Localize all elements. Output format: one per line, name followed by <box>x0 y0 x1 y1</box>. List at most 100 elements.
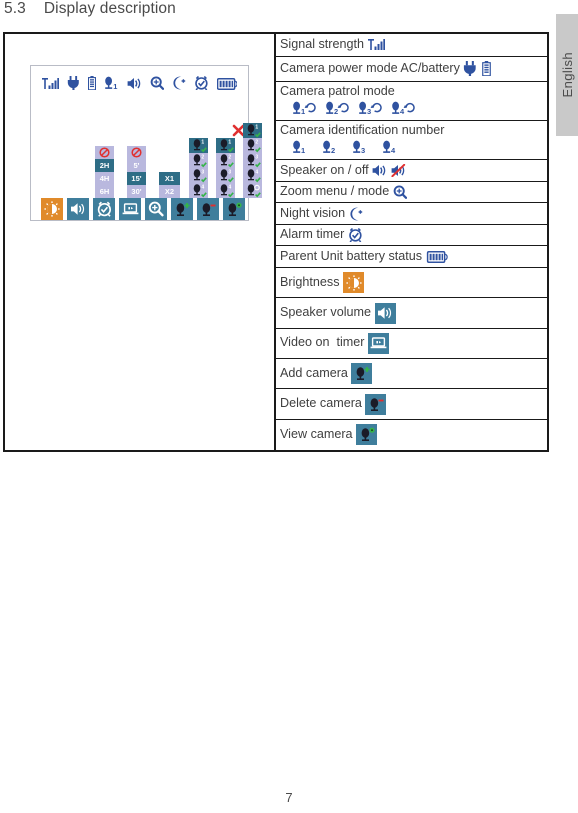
language-tab: English <box>556 14 578 136</box>
option-camera-4[interactable]: 4 <box>189 183 208 198</box>
view-camera-button-icon[interactable] <box>223 198 245 220</box>
row-label: Alarm timer <box>280 227 348 242</box>
svg-text:3: 3 <box>228 169 231 175</box>
row-label: Speaker volume <box>280 305 375 320</box>
table-row-brightness: Brightness <box>276 268 547 299</box>
option-15min[interactable]: 15' <box>127 172 146 185</box>
row-label: Camera patrol mode <box>280 84 395 98</box>
svg-text:1: 1 <box>301 107 305 115</box>
delete-camera-button-icon[interactable] <box>197 198 219 220</box>
volume-button-icon[interactable] <box>67 198 89 220</box>
power-plug-icon <box>463 61 477 77</box>
brightness-button-icon[interactable] <box>41 198 63 220</box>
option-6h[interactable]: 6H <box>95 185 114 198</box>
svg-text:1: 1 <box>113 82 117 90</box>
alarm-clock-icon <box>194 76 209 90</box>
option-x1[interactable]: X1 <box>159 172 180 185</box>
option-camera-scan[interactable] <box>243 183 262 198</box>
magnifier-icon <box>150 76 164 90</box>
option-camera-2[interactable]: 2 <box>189 153 208 168</box>
svg-text:1: 1 <box>228 139 231 145</box>
speaker-on-icon <box>127 77 142 90</box>
brightness-button-icon <box>343 272 364 294</box>
svg-text:1: 1 <box>301 146 305 154</box>
option-camera-3[interactable]: 3 <box>216 168 235 183</box>
row-label: Delete camera <box>280 396 366 411</box>
table-row-zoom-menu-mode: Zoom menu / mode <box>276 182 547 204</box>
option-camera-1[interactable]: 1 <box>243 123 262 138</box>
row-label: Night vision <box>280 205 349 220</box>
table-row-speaker-volume: Speaker volume <box>276 298 547 329</box>
row-label: Camera identification number <box>280 123 445 138</box>
table-row-night-vision: Night vision <box>276 203 547 225</box>
option-4h[interactable]: 4H <box>95 172 114 185</box>
display-description-table: 1 2H 4H 6H 5' 15' 30' X1 X2 1 2 3 4 1 2 … <box>3 32 549 452</box>
add-camera-button-icon[interactable] <box>171 198 193 220</box>
menu-column-alarm-timer-options: 2H 4H 6H <box>95 146 114 198</box>
row-label: Parent Unit battery status <box>280 248 426 263</box>
option-camera-2[interactable]: 2 <box>243 138 262 153</box>
alarm-clock-icon <box>348 228 363 243</box>
menu-column-zoom-options: X1 X2 <box>159 172 180 198</box>
option-camera-1[interactable]: 1 <box>216 138 235 153</box>
camera-1-patrol-icon: 1 <box>292 101 316 115</box>
option-2h[interactable]: 2H <box>95 159 114 172</box>
row-label: Video on timer <box>280 335 368 350</box>
option-camera-3[interactable]: 3 <box>243 153 262 168</box>
svg-text:2: 2 <box>334 107 338 115</box>
battery-icon <box>482 61 492 77</box>
option-camera-1[interactable]: 1 <box>189 138 208 153</box>
section-number: 5.3 <box>4 0 26 17</box>
option-30min[interactable]: 30' <box>127 185 146 198</box>
moon-star-icon <box>349 207 363 221</box>
page-number: 7 <box>285 790 293 805</box>
moon-star-icon <box>172 76 186 90</box>
menu-column-delete-camera-options: 1 2 3 4 <box>216 138 235 198</box>
svg-text:3: 3 <box>361 146 365 154</box>
row-label: Speaker on / off <box>280 162 373 177</box>
lcd-status-bar: 1 <box>31 70 248 90</box>
table-row-signal-strength: Signal strength <box>276 34 547 57</box>
camera-2-patrol-icon: 2 <box>325 101 349 115</box>
option-camera-4[interactable]: 4 <box>243 168 262 183</box>
table-row-camera-power-mode: Camera power mode AC/battery <box>276 57 547 82</box>
option-camera-4[interactable]: 4 <box>216 183 235 198</box>
table-row-add-camera: Add camera <box>276 359 547 390</box>
menu-column-video-timer-options: 5' 15' 30' <box>127 146 146 198</box>
option-camera-2[interactable]: 2 <box>216 153 235 168</box>
alarm-clock-button-icon[interactable] <box>93 198 115 220</box>
battery-full-icon <box>426 250 448 263</box>
svg-text:4: 4 <box>391 146 396 154</box>
svg-text:4: 4 <box>255 169 258 175</box>
option-no-entry[interactable] <box>127 146 146 159</box>
table-row-camera-patrol-mode: Camera patrol mode 1 2 3 4 <box>276 82 547 122</box>
magnifier-button-icon[interactable] <box>145 198 167 220</box>
row-label: Brightness <box>280 274 343 289</box>
option-x2[interactable]: X2 <box>159 185 180 198</box>
volume-button-icon <box>374 302 396 324</box>
lcd-button-bar <box>41 198 245 220</box>
row-label: View camera <box>280 426 357 441</box>
language-tab-label: English <box>559 52 575 98</box>
svg-text:2: 2 <box>255 139 258 145</box>
svg-text:2: 2 <box>201 154 204 160</box>
table-row-camera-id-number: Camera identification number 1 2 3 4 <box>276 121 547 161</box>
view-camera-button-icon <box>356 424 378 446</box>
video-timer-button-icon[interactable] <box>119 198 141 220</box>
svg-text:1: 1 <box>201 139 204 145</box>
camera-2-icon: 2 <box>322 140 338 154</box>
video-timer-button-icon <box>367 332 389 354</box>
camera-4-icon: 4 <box>382 140 398 154</box>
row-label: Camera power mode AC/battery <box>280 60 464 75</box>
description-rows: Signal strength Camera power mode AC/bat… <box>276 34 547 450</box>
table-row-video-on-timer: Video on timer <box>276 329 547 360</box>
menu-column-view-camera-options: 1 2 3 4 <box>243 123 262 198</box>
speaker-on-icon <box>372 164 387 177</box>
row-label: Zoom menu / mode <box>280 184 393 199</box>
table-row-view-camera: View camera <box>276 420 547 450</box>
option-no-entry[interactable] <box>95 146 114 159</box>
option-camera-3[interactable]: 3 <box>189 168 208 183</box>
option-5min[interactable]: 5' <box>127 159 146 172</box>
menu-column-add-camera-options: 1 2 3 4 <box>189 138 208 198</box>
camera-1-icon: 1 <box>292 140 308 154</box>
